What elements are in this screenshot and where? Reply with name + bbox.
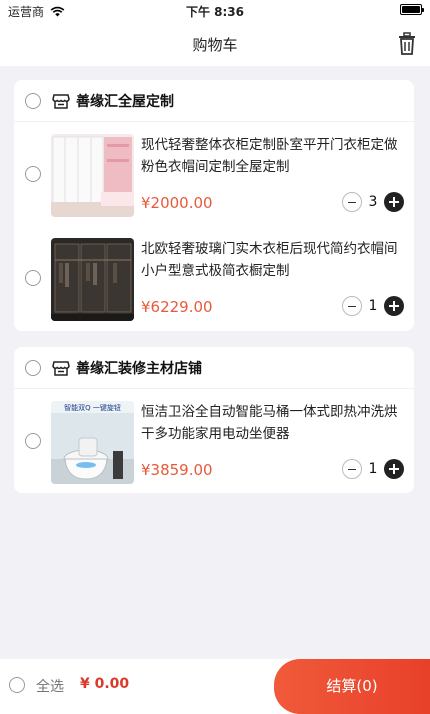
quantity-stepper: 3	[342, 192, 404, 212]
product-image[interactable]	[51, 238, 134, 321]
store-select-radio[interactable]	[25, 360, 41, 376]
decrease-button[interactable]	[342, 459, 362, 479]
select-all-label[interactable]: 全选	[36, 676, 64, 696]
wardrobe-image	[51, 134, 134, 217]
item-title[interactable]: 现代轻奢整体衣柜定制卧室平开门衣柜定做粉色衣帽间定制全屋定制	[141, 134, 406, 178]
product-image[interactable]: 智能双Q 一键旋钮	[51, 401, 134, 484]
status-time: 下午 8:36	[185, 5, 245, 19]
cart-item: 现代轻奢整体衣柜定制卧室平开门衣柜定做粉色衣帽间定制全屋定制 ¥2000.00 …	[14, 122, 414, 226]
item-price: ¥6229.00	[141, 298, 213, 316]
total-price: ¥ 0.00	[80, 676, 130, 692]
thumb-caption: 智能双Q 一键旋钮	[64, 403, 121, 412]
store-header: 善缘汇全屋定制	[14, 80, 414, 122]
delete-button[interactable]	[396, 32, 418, 56]
quantity-value: 1	[368, 298, 378, 314]
store-icon	[52, 361, 70, 376]
increase-button[interactable]	[384, 192, 404, 212]
quantity-stepper: 1	[342, 459, 404, 479]
nav-bar: 购物车	[0, 22, 430, 66]
toilet-image: 智能双Q 一键旋钮	[51, 401, 134, 484]
item-price: ¥3859.00	[141, 461, 213, 479]
store-icon	[52, 94, 70, 109]
increase-button[interactable]	[384, 459, 404, 479]
store-name: 善缘汇全屋定制	[76, 94, 174, 110]
decrease-button[interactable]	[342, 192, 362, 212]
item-price: ¥2000.00	[141, 194, 213, 212]
store-header: 善缘汇装修主材店铺	[14, 347, 414, 389]
checkout-button[interactable]: 结算(0)	[274, 659, 430, 714]
store-select-radio[interactable]	[25, 93, 41, 109]
item-select-radio[interactable]	[25, 433, 41, 449]
quantity-value: 1	[368, 461, 378, 477]
store-card: 善缘汇全屋定制 现代轻奢整体衣柜定制卧室平开门衣柜定做粉色衣帽间定制全屋定制 ¥…	[14, 80, 414, 331]
item-title[interactable]: 恒洁卫浴全自动智能马桶一体式即热冲洗烘干多功能家用电动坐便器	[141, 401, 406, 445]
item-select-radio[interactable]	[25, 270, 41, 286]
wardrobe-image	[51, 238, 134, 321]
product-image[interactable]	[51, 134, 134, 217]
trash-icon	[399, 32, 415, 55]
checkout-bar: 全选 ¥ 0.00 结算(0)	[0, 659, 430, 714]
battery-icon	[400, 4, 424, 15]
cart-item: 智能双Q 一键旋钮 恒洁卫浴全自动智能马桶一体式即热冲洗烘干多功能家用电动坐便器…	[14, 389, 414, 493]
select-all-radio[interactable]	[9, 677, 25, 693]
store-card: 善缘汇装修主材店铺 智能双Q 一键旋钮 恒洁卫浴全自动智能马桶一体式即热冲洗烘干…	[14, 347, 414, 493]
page-title: 购物车	[192, 36, 238, 54]
status-bar: 运营商 下午 8:36	[0, 0, 430, 22]
decrease-button[interactable]	[342, 296, 362, 316]
quantity-stepper: 1	[342, 296, 404, 316]
store-name: 善缘汇装修主材店铺	[76, 361, 202, 377]
increase-button[interactable]	[384, 296, 404, 316]
quantity-value: 3	[368, 194, 378, 210]
item-select-radio[interactable]	[25, 166, 41, 182]
item-title[interactable]: 北欧轻奢玻璃门实木衣柜后现代简约衣帽间小户型意式极简衣橱定制	[141, 238, 406, 282]
cart-item: 北欧轻奢玻璃门实木衣柜后现代简约衣帽间小户型意式极简衣橱定制 ¥6229.00 …	[14, 226, 414, 330]
